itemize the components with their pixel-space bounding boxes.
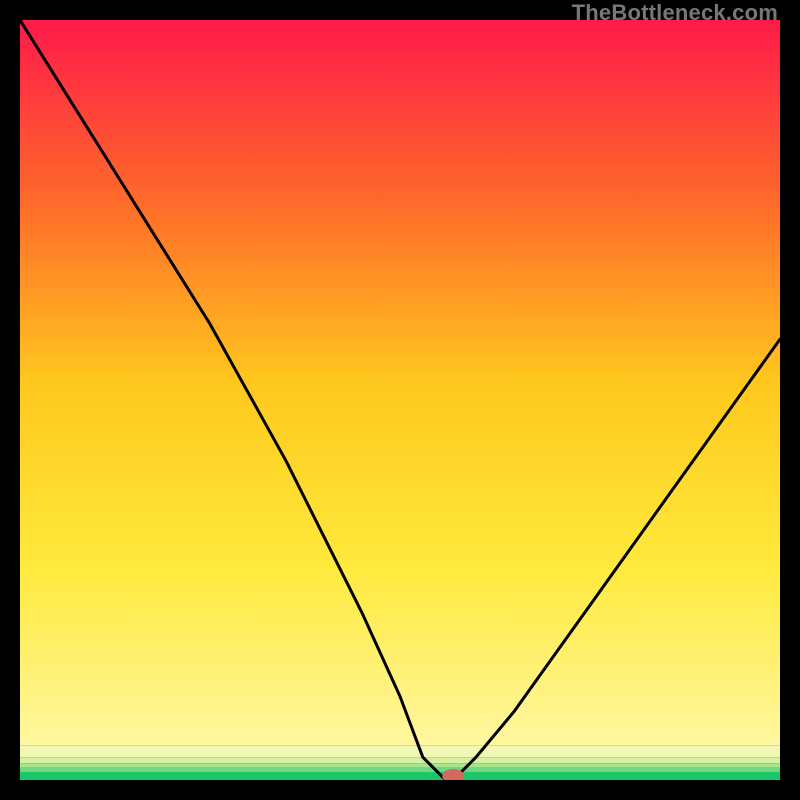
chart-frame: TheBottleneck.com [0, 0, 800, 800]
bottleneck-chart [20, 20, 780, 780]
watermark-text: TheBottleneck.com [572, 0, 778, 26]
plot-area [20, 20, 780, 780]
